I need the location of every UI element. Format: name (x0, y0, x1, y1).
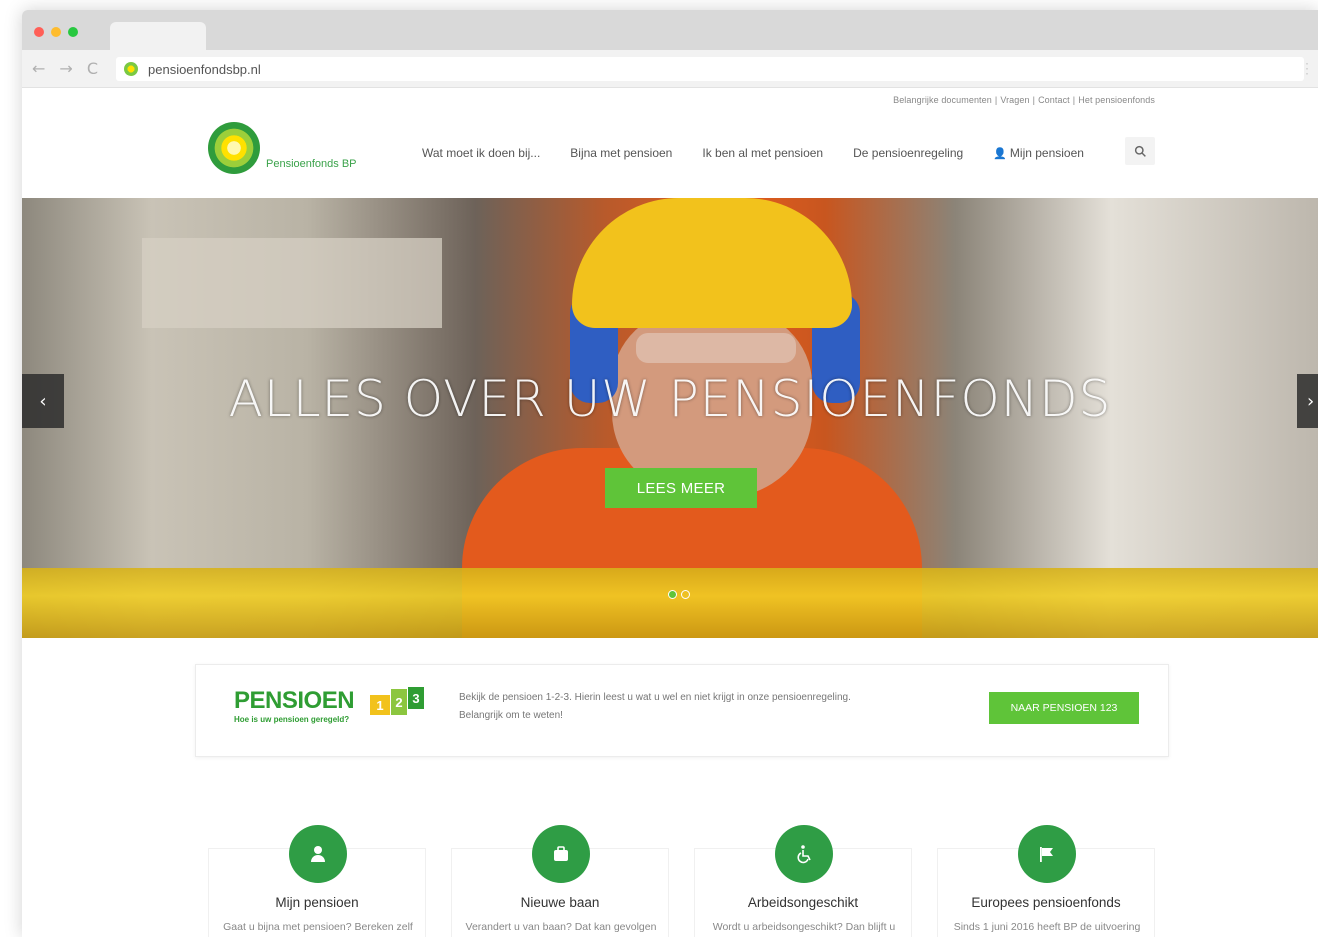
url-text: pensioenfondsbp.nl (148, 61, 261, 77)
feature-cards: Mijn pensioen Gaat u bijna met pensioen?… (208, 816, 1168, 937)
card-title: Europees pensioenfonds (971, 895, 1121, 910)
naar-pensioen-123-button[interactable]: NAAR PENSIOEN 123 (989, 692, 1139, 724)
favicon-icon (124, 62, 138, 76)
nav-item-wat-moet-ik-doen[interactable]: Wat moet ik doen bij... (422, 146, 540, 160)
top-links: Belangrijke documenten | Vragen | Contact | He… (893, 95, 1155, 105)
user-icon (289, 825, 347, 883)
hero-title: ALLES OVER UW PENSIOENFONDS (228, 370, 1112, 428)
carousel-dot-2[interactable] (681, 590, 690, 599)
nav-item-pensioenregeling[interactable]: De pensioenregeling (853, 146, 963, 160)
close-dot[interactable] (34, 27, 44, 37)
browser-window: ← → C pensioenfondsbp.nl ⋮ Belangrijke d… (22, 10, 1318, 937)
card-text: Verandert u van baan? Dat kan gevolgen h… (465, 921, 657, 933)
top-link-fund[interactable]: Het pensioenfonds (1078, 95, 1155, 105)
browser-nav: ← → C (32, 59, 98, 78)
user-icon: 👤 (993, 148, 1007, 160)
hero-helmet (572, 198, 852, 328)
nav-item-mijn-pensioen[interactable]: 👤 Mijn pensioen (993, 146, 1084, 160)
hero-worker-glasses (636, 333, 796, 363)
lees-meer-button[interactable]: LEES MEER (605, 468, 757, 508)
chevron-left-icon: ‹ (39, 390, 47, 412)
banner-text: Bekijk de pensioen 1-2-3. Hierin leest u… (459, 692, 851, 721)
top-link-contact[interactable]: Contact (1038, 95, 1070, 105)
flag-icon (1018, 825, 1076, 883)
card-text: Wordt u arbeidsongeschikt? Dan blijft u … (712, 921, 896, 933)
tab-bar (22, 10, 1318, 50)
browser-tab[interactable] (110, 22, 206, 50)
carousel-next-button[interactable]: › (1297, 374, 1318, 428)
card-europees-pensioenfonds[interactable]: Europees pensioenfonds Sinds 1 juni 2016… (937, 825, 1155, 937)
card-text: Sinds 1 juni 2016 heeft BP de uitvoering… (953, 921, 1141, 933)
card-title: Arbeidsongeschikt (747, 895, 859, 910)
mijn-pensioen-label: Mijn pensioen (1009, 146, 1084, 160)
pensioen-123-logo[interactable]: PENSIOEN Hoe is uw pensioen geregeld? 1 … (234, 687, 424, 724)
address-bar: ← → C pensioenfondsbp.nl ⋮ (22, 50, 1318, 88)
maximize-dot[interactable] (68, 27, 78, 37)
top-link-documents[interactable]: Belangrijke documenten (893, 95, 992, 105)
card-mijn-pensioen[interactable]: Mijn pensioen Gaat u bijna met pensioen?… (208, 825, 426, 937)
carousel-prev-button[interactable]: ‹ (22, 374, 64, 428)
main-nav: Wat moet ik doen bij... Bijna met pensio… (422, 146, 1114, 160)
minimize-dot[interactable] (51, 27, 61, 37)
back-icon[interactable]: ← (32, 59, 45, 78)
logo[interactable]: Pensioenfonds BP (208, 122, 378, 177)
digit-block-1: 1 (370, 695, 390, 715)
hero-carousel: ALLES OVER UW PENSIOENFONDS LEES MEER ‹ … (22, 198, 1318, 638)
card-nieuwe-baan[interactable]: Nieuwe baan Verandert u van baan? Dat ka… (451, 825, 669, 937)
pensioen-word: PENSIOEN (234, 687, 355, 714)
bp-helios-icon (208, 122, 260, 174)
pensioen-123-banner: PENSIOEN Hoe is uw pensioen geregeld? 1 … (195, 664, 1169, 757)
nav-item-bijna-met-pensioen[interactable]: Bijna met pensioen (570, 146, 672, 160)
card-title: Mijn pensioen (275, 895, 359, 910)
hero-pipe (22, 568, 1318, 638)
window-controls (34, 27, 78, 37)
url-field[interactable]: pensioenfondsbp.nl (116, 57, 1304, 81)
digit-blocks: 1 2 3 (370, 687, 424, 715)
top-link-questions[interactable]: Vragen (1000, 95, 1029, 105)
carousel-dot-1[interactable] (668, 590, 677, 599)
wheelchair-icon (775, 825, 833, 883)
card-title: Nieuwe baan (520, 895, 600, 910)
reload-icon[interactable]: C (87, 59, 98, 78)
card-arbeidsongeschikt[interactable]: Arbeidsongeschikt Wordt u arbeidsongesch… (694, 825, 912, 937)
digit-block-3: 3 (408, 687, 424, 709)
search-button[interactable] (1125, 137, 1155, 165)
logo-text: Pensioenfonds BP (266, 158, 357, 170)
briefcase-icon (532, 825, 590, 883)
menu-icon[interactable]: ⋮ (1300, 60, 1314, 77)
digit-block-2: 2 (391, 689, 407, 715)
carousel-indicators (668, 590, 690, 599)
pensioen-subtitle: Hoe is uw pensioen geregeld? (234, 715, 350, 724)
search-icon (1134, 145, 1146, 157)
card-text: Gaat u bijna met pensioen? Bereken zelf … (223, 921, 413, 933)
page: Belangrijke documenten | Vragen | Contact | He… (22, 88, 1318, 937)
nav-item-al-met-pensioen[interactable]: Ik ben al met pensioen (702, 146, 823, 160)
chevron-right-icon: › (1307, 390, 1315, 412)
forward-icon[interactable]: → (59, 59, 72, 78)
hero-bg-beam (142, 238, 442, 328)
